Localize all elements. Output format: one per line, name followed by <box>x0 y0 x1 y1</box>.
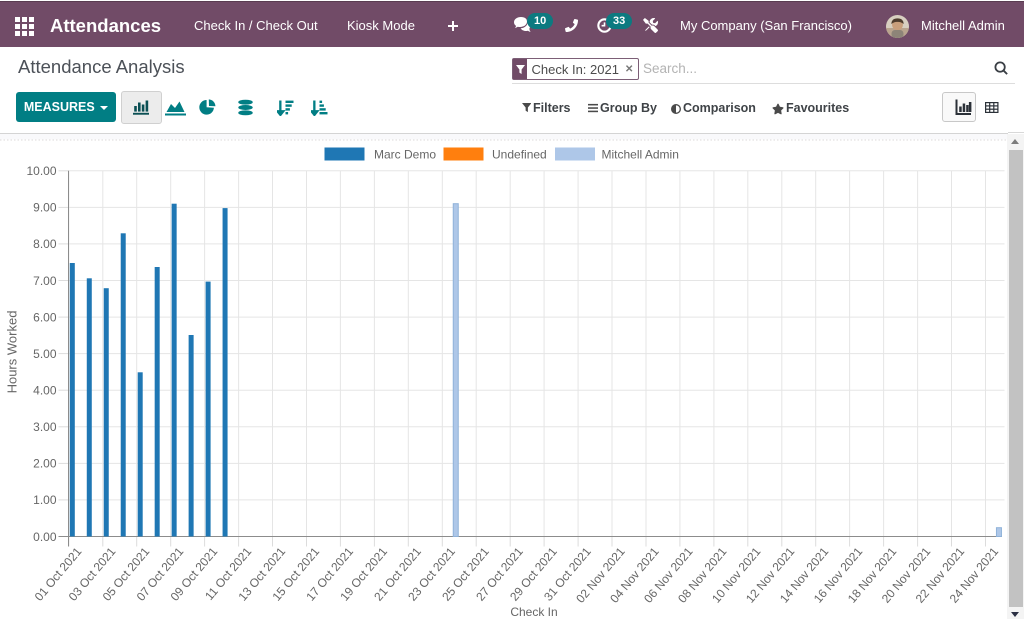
svg-text:2.00: 2.00 <box>33 457 57 471</box>
svg-text:6.00: 6.00 <box>33 310 57 324</box>
svg-text:3.00: 3.00 <box>33 420 57 434</box>
svg-text:Undefined: Undefined <box>492 148 547 162</box>
svg-text:10.00: 10.00 <box>26 164 56 178</box>
svg-text:9.00: 9.00 <box>33 201 57 215</box>
svg-text:8.00: 8.00 <box>33 237 57 251</box>
svg-text:Check In: Check In <box>510 605 557 619</box>
svg-text:4.00: 4.00 <box>33 384 57 398</box>
svg-text:Hours Worked: Hours Worked <box>5 311 20 394</box>
svg-text:7.00: 7.00 <box>33 274 57 288</box>
svg-text:0.00: 0.00 <box>33 530 57 544</box>
svg-text:5.00: 5.00 <box>33 347 57 361</box>
svg-text:Mitchell Admin: Mitchell Admin <box>602 148 679 162</box>
svg-text:Marc Demo: Marc Demo <box>374 148 436 162</box>
svg-text:1.00: 1.00 <box>33 493 57 507</box>
